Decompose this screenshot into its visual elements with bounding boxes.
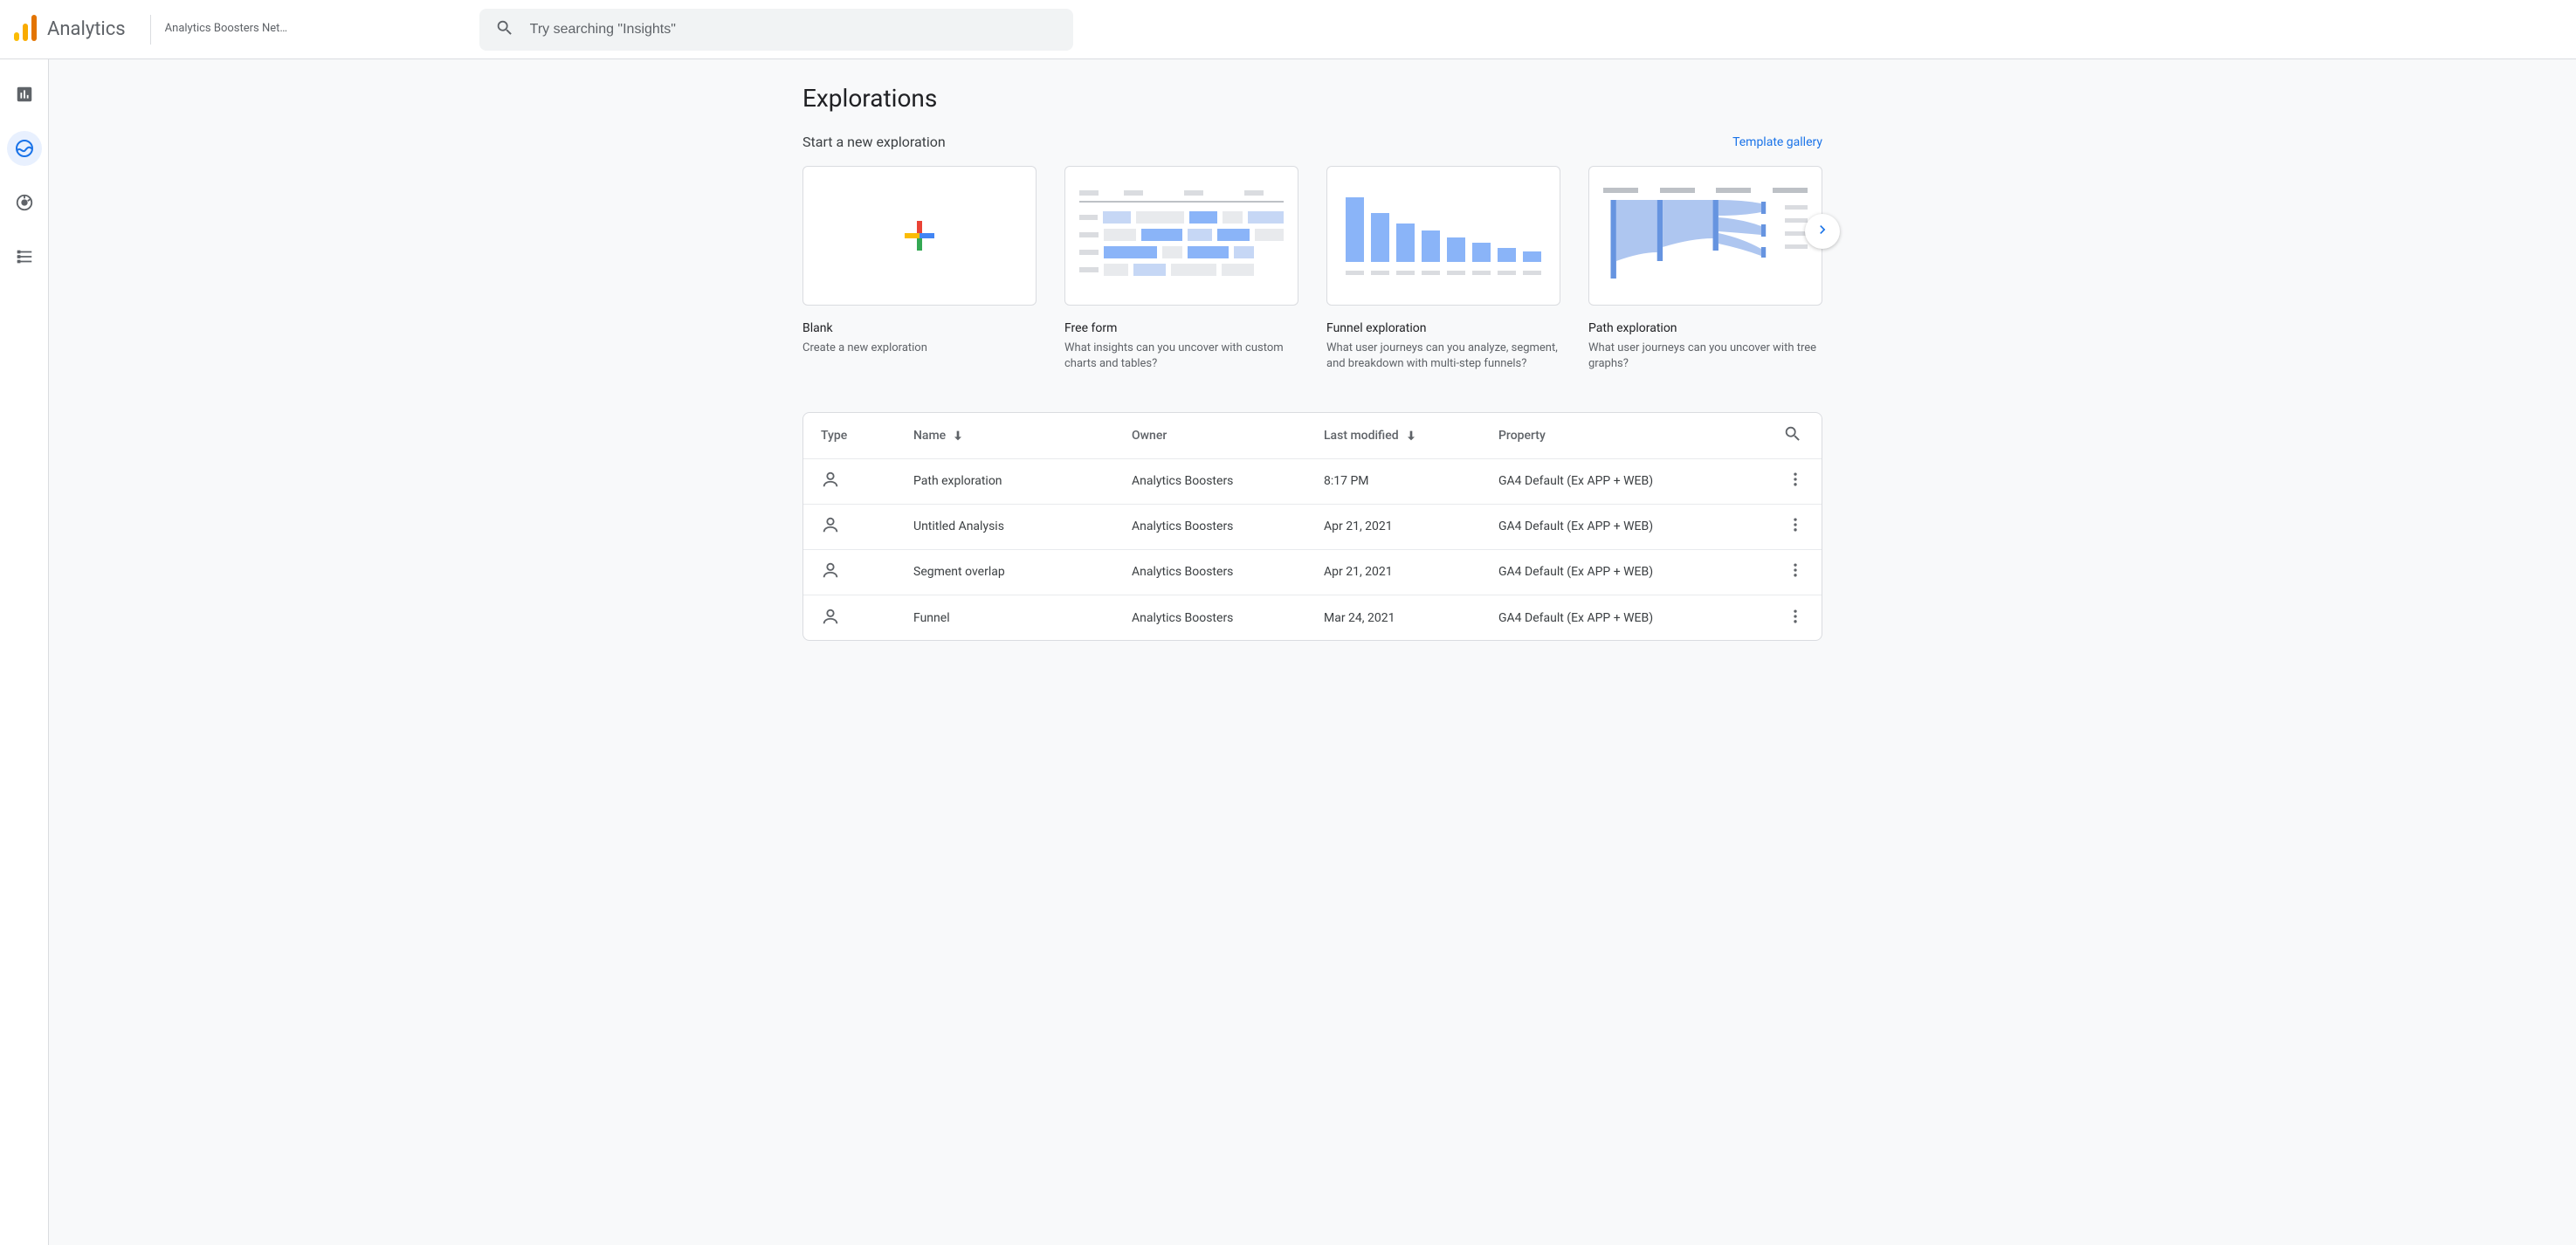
template-freeform[interactable]: Free form What insights can you uncover …: [1064, 166, 1298, 372]
person-icon: [821, 569, 840, 583]
scroll-next-button[interactable]: [1805, 214, 1840, 249]
account-name: Analytics Boosters Net…: [165, 22, 392, 37]
template-funnel[interactable]: Funnel exploration What user journeys ca…: [1326, 166, 1560, 372]
more-button[interactable]: [1787, 516, 1804, 533]
person-icon: [821, 524, 840, 538]
template-gallery-link[interactable]: Template gallery: [1732, 135, 1822, 149]
more-button[interactable]: [1787, 561, 1804, 579]
section-subtitle: Start a new exploration: [802, 134, 946, 150]
explorations-table: Type Name Owner Last modified Property P…: [802, 412, 1822, 641]
cell-modified: Apr 21, 2021: [1310, 504, 1484, 549]
template-title: Free form: [1064, 321, 1298, 335]
cell-modified: Mar 24, 2021: [1310, 595, 1484, 640]
table-row[interactable]: FunnelAnalytics BoostersMar 24, 2021GA4 …: [803, 595, 1822, 640]
cell-owner: Analytics Boosters: [1118, 504, 1310, 549]
nav-reports[interactable]: [7, 77, 42, 112]
page-title: Explorations: [802, 84, 1822, 113]
cell-name: Path exploration: [899, 458, 1118, 504]
table-row[interactable]: Path explorationAnalytics Boosters8:17 P…: [803, 458, 1822, 504]
th-property[interactable]: Property: [1484, 413, 1769, 458]
template-path[interactable]: Path exploration What user journeys can …: [1588, 166, 1822, 372]
cell-property: GA4 Default (Ex APP + WEB): [1484, 595, 1769, 640]
table-row[interactable]: Segment overlapAnalytics BoostersApr 21,…: [803, 549, 1822, 595]
chevron-right-icon: [1814, 221, 1831, 242]
logo-block[interactable]: Analytics: [14, 15, 126, 45]
template-desc: What user journeys can you analyze, segm…: [1326, 340, 1560, 372]
template-blank[interactable]: Blank Create a new exploration: [802, 166, 1037, 372]
cell-owner: Analytics Boosters: [1118, 549, 1310, 595]
divider: [150, 15, 151, 45]
analytics-logo-icon: [14, 15, 37, 45]
side-nav: [0, 59, 49, 1245]
th-owner[interactable]: Owner: [1118, 413, 1310, 458]
search-icon: [495, 18, 514, 41]
person-icon: [821, 478, 840, 492]
cell-property: GA4 Default (Ex APP + WEB): [1484, 549, 1769, 595]
template-desc: What user journeys can you uncover with …: [1588, 340, 1822, 372]
nav-advertising[interactable]: [7, 185, 42, 220]
template-title: Path exploration: [1588, 321, 1822, 335]
table-row[interactable]: Untitled AnalysisAnalytics BoostersApr 2…: [803, 504, 1822, 549]
search-bar[interactable]: [479, 9, 1073, 51]
arrow-down-icon: [951, 429, 965, 443]
template-desc: Create a new exploration: [802, 340, 1037, 356]
template-title: Blank: [802, 321, 1037, 335]
cell-property: GA4 Default (Ex APP + WEB): [1484, 458, 1769, 504]
cell-owner: Analytics Boosters: [1118, 595, 1310, 640]
cell-modified: Apr 21, 2021: [1310, 549, 1484, 595]
cell-modified: 8:17 PM: [1310, 458, 1484, 504]
table-search-button[interactable]: [1783, 424, 1802, 444]
cell-name: Untitled Analysis: [899, 504, 1118, 549]
more-button[interactable]: [1787, 608, 1804, 625]
plus-icon: [905, 221, 934, 251]
template-row: Blank Create a new exploration Free form…: [802, 166, 1822, 372]
product-name: Analytics: [47, 18, 126, 40]
th-type[interactable]: Type: [803, 413, 899, 458]
nav-configure[interactable]: [7, 239, 42, 274]
account-switcher[interactable]: Analytics Boosters Net…: [165, 22, 392, 37]
template-title: Funnel exploration: [1326, 321, 1560, 335]
cell-property: GA4 Default (Ex APP + WEB): [1484, 504, 1769, 549]
th-modified[interactable]: Last modified: [1310, 413, 1484, 458]
person-icon: [821, 616, 840, 629]
th-name[interactable]: Name: [899, 413, 1118, 458]
search-input[interactable]: [530, 22, 1057, 38]
app-header: Analytics Analytics Boosters Net…: [0, 0, 2576, 59]
more-button[interactable]: [1787, 471, 1804, 488]
template-desc: What insights can you uncover with custo…: [1064, 340, 1298, 372]
cell-name: Segment overlap: [899, 549, 1118, 595]
arrow-down-icon: [1404, 429, 1418, 443]
nav-explore[interactable]: [7, 131, 42, 166]
cell-name: Funnel: [899, 595, 1118, 640]
cell-owner: Analytics Boosters: [1118, 458, 1310, 504]
